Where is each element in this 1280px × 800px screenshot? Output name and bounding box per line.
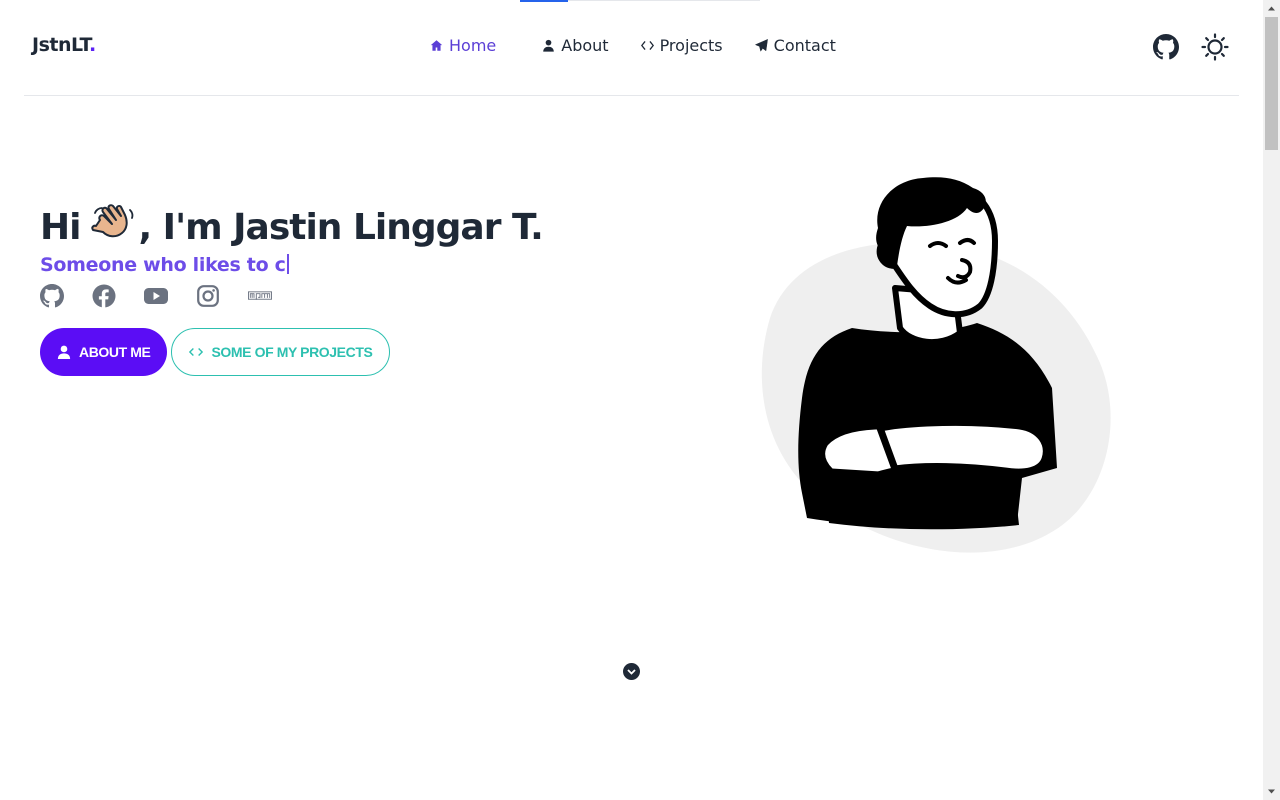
scrollbar-thumb[interactable] [1265, 17, 1278, 150]
nav-item-label: Contact [773, 36, 836, 55]
character-illustration [761, 177, 1111, 553]
social-link-npm[interactable] [248, 284, 272, 308]
nav-item-about[interactable]: About [542, 36, 609, 55]
social-link-youtube[interactable] [144, 284, 168, 308]
scroll-down-button[interactable] [623, 663, 640, 680]
scroll-up-arrow-icon[interactable] [1267, 4, 1276, 13]
instagram-icon [197, 285, 219, 307]
github-icon [40, 284, 64, 308]
facebook-icon [92, 284, 116, 308]
navbar: JstnLT. Home About Projects Contact [24, 0, 1239, 96]
projects-button[interactable]: SOME OF MY PROJECTS [171, 328, 391, 376]
nav-item-contact[interactable]: Contact [754, 36, 836, 55]
nav-item-projects[interactable]: Projects [640, 36, 723, 55]
hero-actions: ABOUT ME SOME OF MY PROJECTS [40, 328, 391, 376]
chevron-down-icon [627, 668, 636, 675]
hero-greeting: Hi [40, 206, 81, 248]
brand-dot: . [89, 34, 96, 56]
social-link-facebook[interactable] [92, 284, 116, 308]
social-link-github[interactable] [40, 284, 64, 308]
hero-title: Hi , I'm Jastin Linggar T. [40, 204, 544, 250]
scroll-down-arrow-icon[interactable] [1267, 787, 1276, 796]
nav-item-label: Projects [659, 36, 723, 55]
nav-actions [1153, 33, 1229, 61]
hero-section: Hi , I'm Jastin Linggar T. Someone who l… [40, 204, 544, 276]
github-icon[interactable] [1153, 34, 1179, 60]
brand-logo[interactable]: JstnLT. [32, 34, 96, 56]
button-label: SOME OF MY PROJECTS [211, 344, 373, 360]
brand-name: JstnLT [32, 34, 90, 56]
code-icon [640, 41, 654, 50]
typed-subtitle: Someone who likes to c [40, 254, 543, 276]
typing-caret [286, 254, 289, 274]
npm-icon [248, 291, 272, 300]
typed-text: Someone who likes to c [40, 254, 286, 276]
about-me-button[interactable]: ABOUT ME [40, 328, 168, 376]
hero-name: , I'm Jastin Linggar T. [138, 206, 543, 248]
social-links [40, 284, 272, 308]
code-icon [189, 348, 204, 356]
user-icon [57, 345, 71, 359]
button-label: ABOUT ME [79, 344, 151, 360]
home-icon [430, 40, 443, 51]
paper-plane-icon [754, 39, 768, 52]
nav-item-label: Home [449, 36, 497, 55]
nav-item-label: About [561, 36, 609, 55]
youtube-icon [144, 288, 168, 304]
main-nav: Home About Projects Contact [430, 36, 868, 55]
nav-item-home[interactable]: Home [430, 36, 496, 55]
waving-hand-icon [91, 204, 134, 238]
sun-icon[interactable] [1201, 33, 1229, 61]
social-link-instagram[interactable] [196, 284, 220, 308]
user-icon [543, 39, 555, 52]
arm-right [876, 418, 1050, 476]
page-scrollbar[interactable] [1263, 0, 1280, 800]
